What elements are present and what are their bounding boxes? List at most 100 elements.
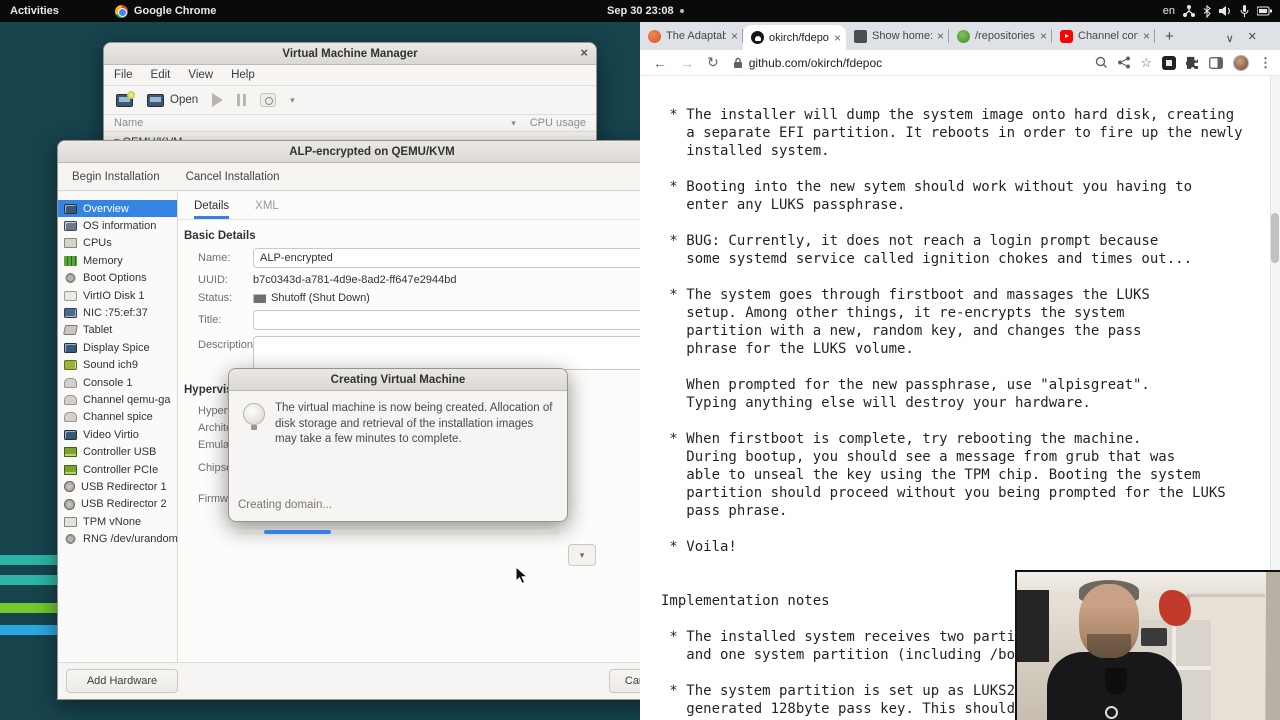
- zoom-icon[interactable]: [1095, 56, 1108, 69]
- tablet-icon: [62, 325, 79, 336]
- reload-icon[interactable]: ↻: [707, 54, 719, 71]
- channel-icon: [64, 394, 77, 405]
- hw-item-controller-pcie[interactable]: Controller PCIe: [58, 461, 177, 478]
- hw-item-channel-spice[interactable]: Channel spice: [58, 409, 177, 426]
- hw-item-video[interactable]: Video Virtio: [58, 426, 177, 443]
- focused-app-menu[interactable]: Google Chrome: [114, 4, 216, 18]
- description-input[interactable]: [253, 336, 640, 370]
- webcam-shirt-collar: [1105, 668, 1127, 694]
- microphone-icon: [1240, 4, 1249, 17]
- extension-badge-icon[interactable]: [1162, 55, 1176, 70]
- vm-details-titlebar[interactable]: ALP-encrypted on QEMU/KVM: [58, 141, 640, 163]
- hw-item-os-information[interactable]: OS information: [58, 217, 177, 234]
- screen: Activities Google Chrome Sep 30 23:08 en…: [0, 0, 1280, 720]
- hw-item-tablet[interactable]: Tablet: [58, 322, 177, 339]
- tpm-icon: [64, 516, 77, 527]
- cancel-button[interactable]: Cancel: [609, 669, 640, 693]
- omnibox[interactable]: github.com/okirch/fdepoc: [733, 56, 1096, 70]
- dialog-titlebar[interactable]: Creating Virtual Machine: [229, 369, 567, 391]
- tab-okirch-fdepoc[interactable]: okirch/fdepoc ×: [743, 25, 846, 50]
- dialog-message: The virtual machine is now being created…: [275, 402, 553, 446]
- shutdown-icon[interactable]: [260, 93, 277, 107]
- hw-item-console[interactable]: Console 1: [58, 374, 177, 391]
- hw-item-cpus[interactable]: CPUs: [58, 235, 177, 252]
- forward-icon[interactable]: →: [680, 55, 694, 71]
- menu-edit[interactable]: Edit: [151, 69, 171, 81]
- hw-item-overview[interactable]: Overview: [58, 200, 177, 218]
- tab-close-icon[interactable]: ×: [1040, 29, 1047, 43]
- begin-installation-button[interactable]: Begin Installation: [72, 171, 160, 183]
- hw-item-virtio-disk[interactable]: VirtIO Disk 1: [58, 287, 177, 304]
- details-tabbar: Details XML: [178, 192, 640, 220]
- system-status-area[interactable]: en: [1163, 4, 1280, 18]
- bookmark-star-icon[interactable]: ☆: [1140, 55, 1152, 71]
- tab-details[interactable]: Details: [194, 200, 230, 219]
- hw-item-usb-redirector-1[interactable]: USB Redirector 1: [58, 478, 177, 495]
- extensions-puzzle-icon[interactable]: [1186, 56, 1199, 69]
- tab-xml[interactable]: XML: [255, 200, 279, 219]
- side-panel-icon[interactable]: [1209, 56, 1223, 69]
- title-input[interactable]: [253, 310, 640, 330]
- virt-manager-desktop: Virtual Machine Manager × File Edit View…: [0, 22, 640, 720]
- menu-help[interactable]: Help: [231, 69, 255, 81]
- tab-close-icon[interactable]: ×: [937, 29, 944, 43]
- run-icon[interactable]: [212, 93, 224, 107]
- tab-repositories[interactable]: /repositories ×: [949, 22, 1052, 50]
- sound-icon: [64, 360, 77, 371]
- webcam-wall-corner: [1266, 572, 1280, 720]
- tab-close-icon[interactable]: ×: [834, 31, 841, 45]
- new-tab-button[interactable]: +: [1165, 28, 1174, 45]
- pause-icon[interactable]: [237, 94, 247, 106]
- hw-item-display-spice[interactable]: Display Spice: [58, 339, 177, 356]
- vm-list-header[interactable]: Name ▾ CPU usage: [104, 114, 596, 132]
- webcam-overlay: [1015, 570, 1280, 720]
- add-hardware-button[interactable]: Add Hardware: [66, 669, 178, 693]
- name-input[interactable]: ALP-encrypted: [253, 248, 640, 268]
- share-icon[interactable]: [1118, 56, 1131, 69]
- vmm-titlebar[interactable]: Virtual Machine Manager ×: [104, 43, 596, 65]
- uuid-value: b7c0343d-a781-4d9e-8ad2-ff647e2944bd: [253, 274, 457, 286]
- sort-caret-icon[interactable]: ▾: [511, 118, 516, 129]
- shutoff-state-icon: [253, 293, 266, 303]
- mouse-cursor: [515, 566, 528, 585]
- window-close-icon[interactable]: ×: [1248, 28, 1257, 45]
- tab-show-home[interactable]: Show home:o ×: [846, 22, 949, 50]
- open-button[interactable]: Open: [147, 93, 198, 107]
- close-icon[interactable]: ×: [580, 45, 588, 60]
- hw-item-controller-usb[interactable]: Controller USB: [58, 443, 177, 460]
- scrollbar-thumb[interactable]: [1271, 213, 1279, 263]
- hw-item-memory[interactable]: Memory: [58, 252, 177, 269]
- hardware-list: Overview OS information CPUs Memory Boot…: [58, 192, 178, 663]
- vmm-menubar: File Edit View Help: [104, 65, 596, 86]
- back-icon[interactable]: ←: [653, 55, 667, 71]
- activities-button[interactable]: Activities: [10, 5, 59, 17]
- hw-item-nic[interactable]: NIC :75:ef:37: [58, 304, 177, 321]
- webcam-shirt-logo: [1105, 706, 1118, 719]
- hw-item-tpm[interactable]: TPM vNone: [58, 513, 177, 530]
- tab-close-icon[interactable]: ×: [731, 29, 738, 43]
- chevron-down-icon[interactable]: ∨: [1226, 32, 1234, 45]
- description-label: Description:: [198, 339, 257, 351]
- new-vm-icon[interactable]: [116, 90, 135, 107]
- hw-item-rng[interactable]: RNG /dev/urandom: [58, 530, 177, 547]
- site-favicon: [854, 29, 867, 43]
- hw-item-channel-qemu-ga[interactable]: Channel qemu-ga: [58, 391, 177, 408]
- profile-avatar[interactable]: [1233, 54, 1249, 71]
- tab-close-icon[interactable]: ×: [1143, 29, 1150, 43]
- tab-the-adaptable[interactable]: The Adaptabl ×: [640, 22, 743, 50]
- hw-item-usb-redirector-2[interactable]: USB Redirector 2: [58, 496, 177, 513]
- hw-item-boot-options[interactable]: Boot Options: [58, 270, 177, 287]
- hw-item-sound[interactable]: Sound ich9: [58, 357, 177, 374]
- cpu-column-header[interactable]: CPU usage: [530, 117, 586, 129]
- status-value: Shutoff (Shut Down): [271, 292, 370, 304]
- menu-view[interactable]: View: [188, 69, 213, 81]
- menu-dots-icon[interactable]: ⋮: [1259, 55, 1272, 71]
- cancel-installation-button[interactable]: Cancel Installation: [186, 171, 280, 183]
- firmware-dropdown[interactable]: ▾: [568, 544, 596, 566]
- menu-file[interactable]: File: [114, 69, 133, 81]
- name-column-header[interactable]: Name: [114, 117, 143, 129]
- chevron-down-icon[interactable]: ▾: [290, 95, 295, 106]
- battery-icon: [1257, 6, 1272, 16]
- tab-channel-content[interactable]: Channel cont ×: [1052, 22, 1155, 50]
- clock[interactable]: Sep 30 23:08: [607, 5, 674, 17]
